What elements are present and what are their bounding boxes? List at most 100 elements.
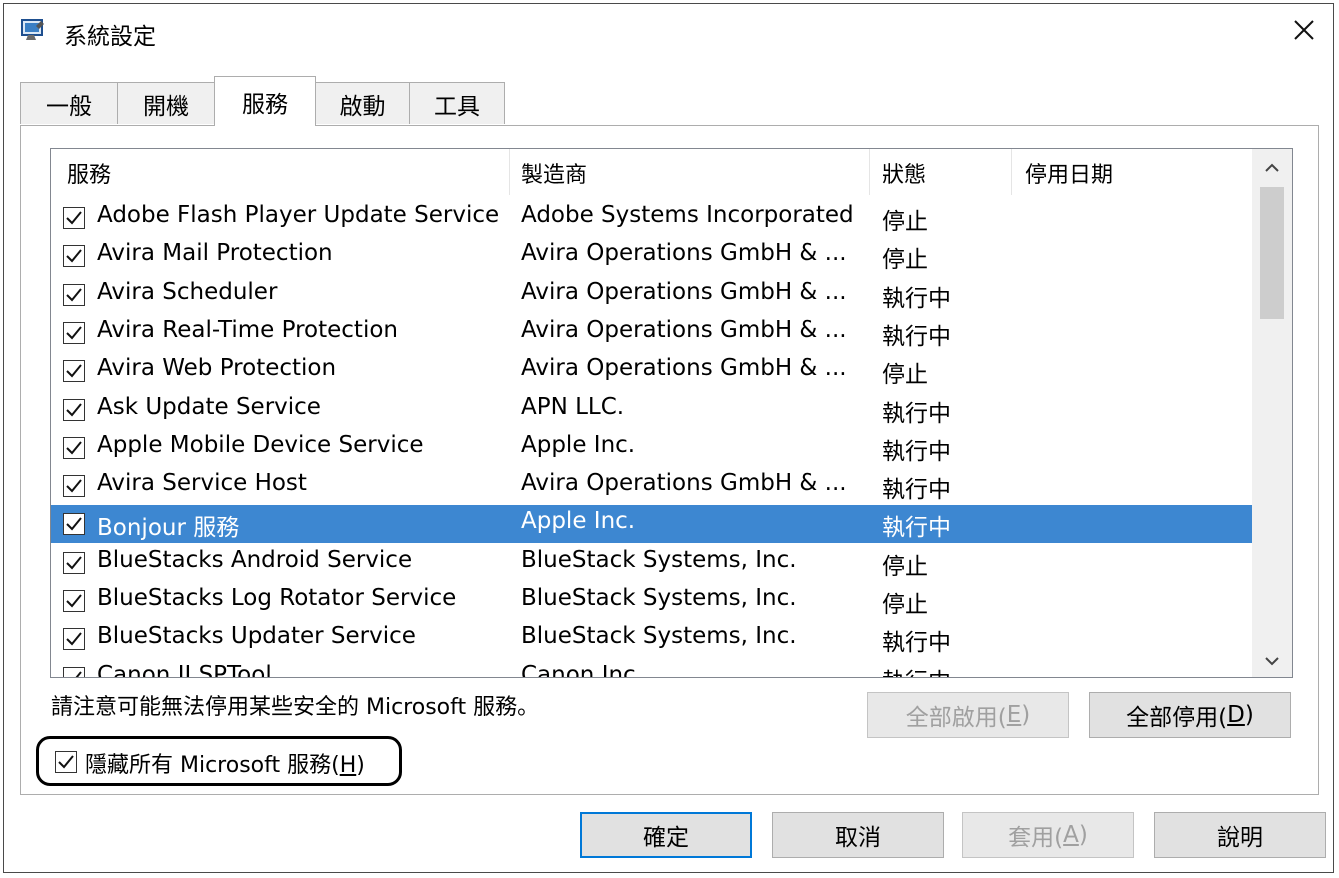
table-row[interactable]: Apple Mobile Device Service Apple Inc. 執行中 <box>51 429 1253 467</box>
service-checkbox[interactable] <box>63 207 85 229</box>
table-row[interactable]: Avira Mail Protection Avira Operations Gm… <box>51 237 1253 275</box>
checkmark-icon <box>66 326 82 340</box>
disable-all-button[interactable]: 全部停用(D) <box>1089 692 1291 738</box>
apply-button[interactable]: 套用(A) <box>962 812 1134 858</box>
apply-paren: ) <box>1078 822 1088 848</box>
service-checkbox[interactable] <box>63 590 85 612</box>
ok-button[interactable]: 確定 <box>580 812 752 858</box>
vertical-scrollbar[interactable] <box>1252 149 1292 677</box>
scrollbar-thumb[interactable] <box>1260 187 1284 319</box>
service-status: 停止 <box>882 362 928 389</box>
service-status: 停止 <box>882 247 928 274</box>
service-vendor: BlueStack Systems, Inc. <box>521 623 797 650</box>
service-name: BlueStacks Log Rotator Service <box>97 585 457 611</box>
checkmark-icon <box>66 556 82 570</box>
service-name: BlueStacks Updater Service <box>97 623 416 650</box>
service-status: 執行中 <box>882 630 951 657</box>
service-name: Avira Web Protection <box>97 355 337 382</box>
column-header-status[interactable]: 狀態 <box>882 149 926 197</box>
help-button[interactable]: 說明 <box>1154 812 1326 858</box>
tab-tools[interactable]: 工具 <box>409 82 505 124</box>
service-name: Apple Mobile Device Service <box>97 431 424 458</box>
enable-all-button[interactable]: 全部啟用(E) <box>867 692 1069 738</box>
table-row[interactable]: Canon IJ SPTool Canon Inc. 執行中 <box>51 659 1253 678</box>
tab-general[interactable]: 一般 <box>20 82 118 124</box>
service-vendor: Avira Operations GmbH & ... <box>521 316 847 343</box>
checkmark-icon <box>66 364 82 378</box>
column-divider[interactable] <box>509 149 510 195</box>
service-vendor: Avira Operations GmbH & ... <box>521 470 847 497</box>
table-row[interactable]: Adobe Flash Player Update Service Adobe S… <box>51 199 1253 237</box>
service-checkbox[interactable] <box>63 475 85 498</box>
close-button[interactable] <box>1275 4 1333 56</box>
service-vendor: Avira Operations GmbH & ... <box>521 355 847 382</box>
column-divider[interactable] <box>1011 149 1012 195</box>
services-list[interactable]: 服務 製造商 狀態 停用日期 Adobe Flash Player Update… <box>50 148 1293 678</box>
table-row[interactable]: BlueStacks Updater Service BlueStack Syst… <box>51 620 1253 658</box>
checkmark-icon <box>66 287 82 302</box>
table-row[interactable]: Avira Scheduler Avira Operations GmbH & .… <box>51 276 1253 314</box>
column-header-vendor[interactable]: 製造商 <box>521 149 587 197</box>
service-checkbox[interactable] <box>63 628 85 651</box>
service-vendor: Apple Inc. <box>521 508 636 535</box>
enable-all-accesskey: E <box>1006 702 1022 728</box>
disable-all-accesskey: D <box>1227 702 1245 728</box>
column-header-service[interactable]: 服務 <box>67 149 111 197</box>
msconfig-icon <box>20 17 46 43</box>
tab-services[interactable]: 服務 <box>214 76 316 126</box>
service-status: 停止 <box>882 553 928 580</box>
cancel-button[interactable]: 取消 <box>772 812 944 858</box>
service-name: Canon IJ SPTool <box>97 661 272 678</box>
service-status: 停止 <box>882 209 928 235</box>
service-status: 執行中 <box>882 400 951 427</box>
checkmark-icon <box>66 211 82 225</box>
checkmark-icon <box>66 249 82 263</box>
service-checkbox[interactable] <box>63 245 85 268</box>
table-row[interactable]: Ask Update Service APN LLC. 執行中 <box>51 391 1253 429</box>
disable-all-label: 全部停用( <box>1126 705 1228 731</box>
service-checkbox[interactable] <box>63 283 85 306</box>
hide-microsoft-services-checkbox[interactable] <box>55 751 77 773</box>
service-name: Ask Update Service <box>97 393 321 420</box>
hide-microsoft-services-label[interactable]: 隱藏所有 Microsoft 服務(H) <box>85 747 365 779</box>
service-vendor: Apple Inc. <box>521 431 636 458</box>
list-header: 服務 製造商 狀態 停用日期 <box>51 149 1251 197</box>
service-checkbox[interactable] <box>63 398 85 421</box>
service-name: Bonjour 服務 <box>97 515 240 542</box>
service-checkbox[interactable] <box>63 360 85 383</box>
scroll-down-icon[interactable] <box>1264 652 1280 671</box>
tab-startup[interactable]: 啟動 <box>315 82 410 124</box>
tab-boot[interactable]: 開機 <box>117 82 215 124</box>
service-vendor: BlueStack Systems, Inc. <box>521 585 797 611</box>
service-vendor: Adobe Systems Incorporated <box>521 202 854 228</box>
checkmark-icon <box>66 402 82 416</box>
microsoft-services-note: 請注意可能無法停用某些安全的 Microsoft 服務。 <box>51 695 540 720</box>
table-row[interactable]: Avira Real-Time Protection Avira Operatio… <box>51 314 1253 352</box>
enable-all-label: 全部啟用( <box>905 705 1007 731</box>
table-row[interactable]: BlueStacks Log Rotator Service BlueStack … <box>51 582 1253 620</box>
service-vendor: Avira Operations GmbH & ... <box>521 278 847 305</box>
window-title: 系統設定 <box>64 24 156 50</box>
service-name: Avira Scheduler <box>97 278 278 305</box>
disable-all-paren: ) <box>1244 702 1254 728</box>
service-checkbox[interactable] <box>63 436 85 459</box>
table-row[interactable]: Avira Web Protection Avira Operations Gmb… <box>51 352 1253 390</box>
apply-accesskey: A <box>1063 822 1079 848</box>
service-checkbox[interactable] <box>63 551 85 574</box>
hide-microsoft-services-highlight: 隱藏所有 Microsoft 服務(H) <box>36 736 402 786</box>
system-config-window: 系統設定 一般 開機 服務 啟動 工具 服務 製造商 狀態 停用日期 Adobe… <box>3 3 1334 873</box>
service-name: BlueStacks Android Service <box>97 546 413 573</box>
table-row[interactable]: BlueStacks Android Service BlueStack Syst… <box>51 544 1253 582</box>
scroll-up-icon[interactable] <box>1264 159 1280 178</box>
service-vendor: Canon Inc. <box>521 661 644 678</box>
table-row[interactable]: Bonjour 服務 Apple Inc. 執行中 <box>51 505 1253 544</box>
service-status: 執行中 <box>882 477 951 504</box>
column-header-disable-date[interactable]: 停用日期 <box>1025 149 1113 197</box>
service-status: 執行中 <box>882 515 951 542</box>
table-row[interactable]: Avira Service Host Avira Operations GmbH … <box>51 467 1253 505</box>
service-checkbox[interactable] <box>63 666 85 677</box>
checkmark-icon <box>66 517 82 531</box>
column-divider[interactable] <box>869 149 870 195</box>
service-checkbox[interactable] <box>63 321 85 344</box>
service-checkbox[interactable] <box>63 513 85 536</box>
